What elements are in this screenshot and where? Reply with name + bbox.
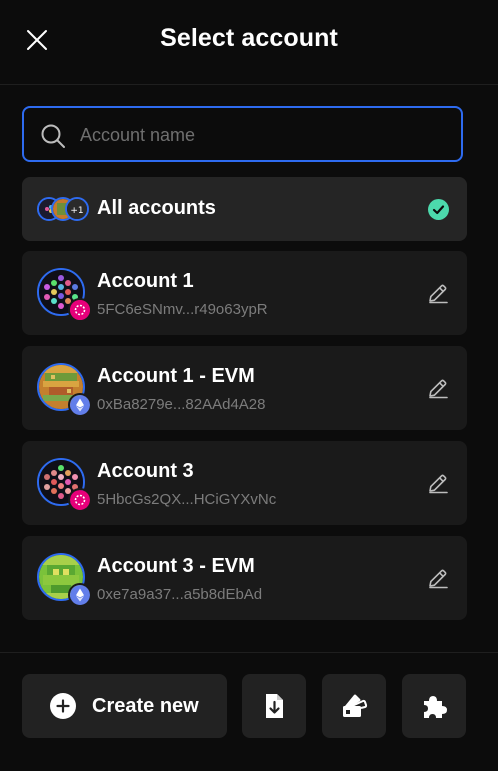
account-avatar (37, 458, 92, 512)
extension-icon (424, 696, 447, 718)
edit-icon[interactable] (427, 377, 449, 399)
all-accounts-item[interactable]: +1 All accounts (22, 177, 467, 241)
account-avatar (37, 553, 92, 607)
search-icon (41, 124, 65, 148)
import-button[interactable] (242, 674, 306, 738)
ethereum-icon (68, 393, 92, 417)
all-accounts-label: All accounts (97, 197, 216, 219)
account-avatar (37, 363, 92, 417)
account-address: 5HbcGs2QX...HCiGYXvNc (97, 491, 277, 508)
create-new-button[interactable]: Create new (22, 674, 227, 738)
extension-button[interactable] (402, 674, 466, 738)
create-new-label: Create new (92, 695, 199, 717)
account-name: Account 3 (97, 460, 194, 482)
plus-circle-icon (50, 693, 76, 719)
account-address: 0xe7a9a37...a5b8dEbAd (97, 586, 263, 603)
polkadot-icon (68, 488, 92, 512)
check-circle-icon (428, 199, 449, 220)
edit-icon[interactable] (427, 282, 449, 304)
account-name: Account 3 - EVM (97, 555, 255, 577)
edit-icon[interactable] (427, 472, 449, 494)
polkadot-icon (68, 298, 92, 322)
account-name: Account 1 - EVM (97, 365, 255, 387)
footer-divider (0, 652, 498, 653)
search-input[interactable] (78, 108, 452, 162)
avatar: +1 (65, 197, 89, 221)
account-avatar (37, 268, 92, 322)
header: Select account (0, 0, 498, 85)
restore-button[interactable] (322, 674, 386, 738)
account-name: Account 1 (97, 270, 194, 292)
account-item[interactable]: Account 3 - EVM 0xe7a9a37...a5b8dEbAd (22, 536, 467, 620)
account-address: 0xBa8279e...82AAd4A28 (97, 396, 266, 413)
account-item[interactable]: Account 1 - EVM 0xBa8279e...82AAd4A28 (22, 346, 467, 430)
import-icon (266, 694, 283, 718)
search-box[interactable] (22, 106, 463, 162)
restore-icon (343, 694, 368, 717)
account-item[interactable]: Account 3 5HbcGs2QX...HCiGYXvNc (22, 441, 467, 525)
account-address: 5FC6eSNmv...r49o63ypR (97, 301, 268, 318)
edit-icon[interactable] (427, 567, 449, 589)
svg-text:+1: +1 (70, 206, 83, 216)
all-accounts-avatars: +1 (37, 197, 91, 221)
account-item[interactable]: Account 1 5FC6eSNmv...r49o63ypR (22, 251, 467, 335)
ethereum-icon (68, 583, 92, 607)
page-title: Select account (160, 24, 338, 52)
